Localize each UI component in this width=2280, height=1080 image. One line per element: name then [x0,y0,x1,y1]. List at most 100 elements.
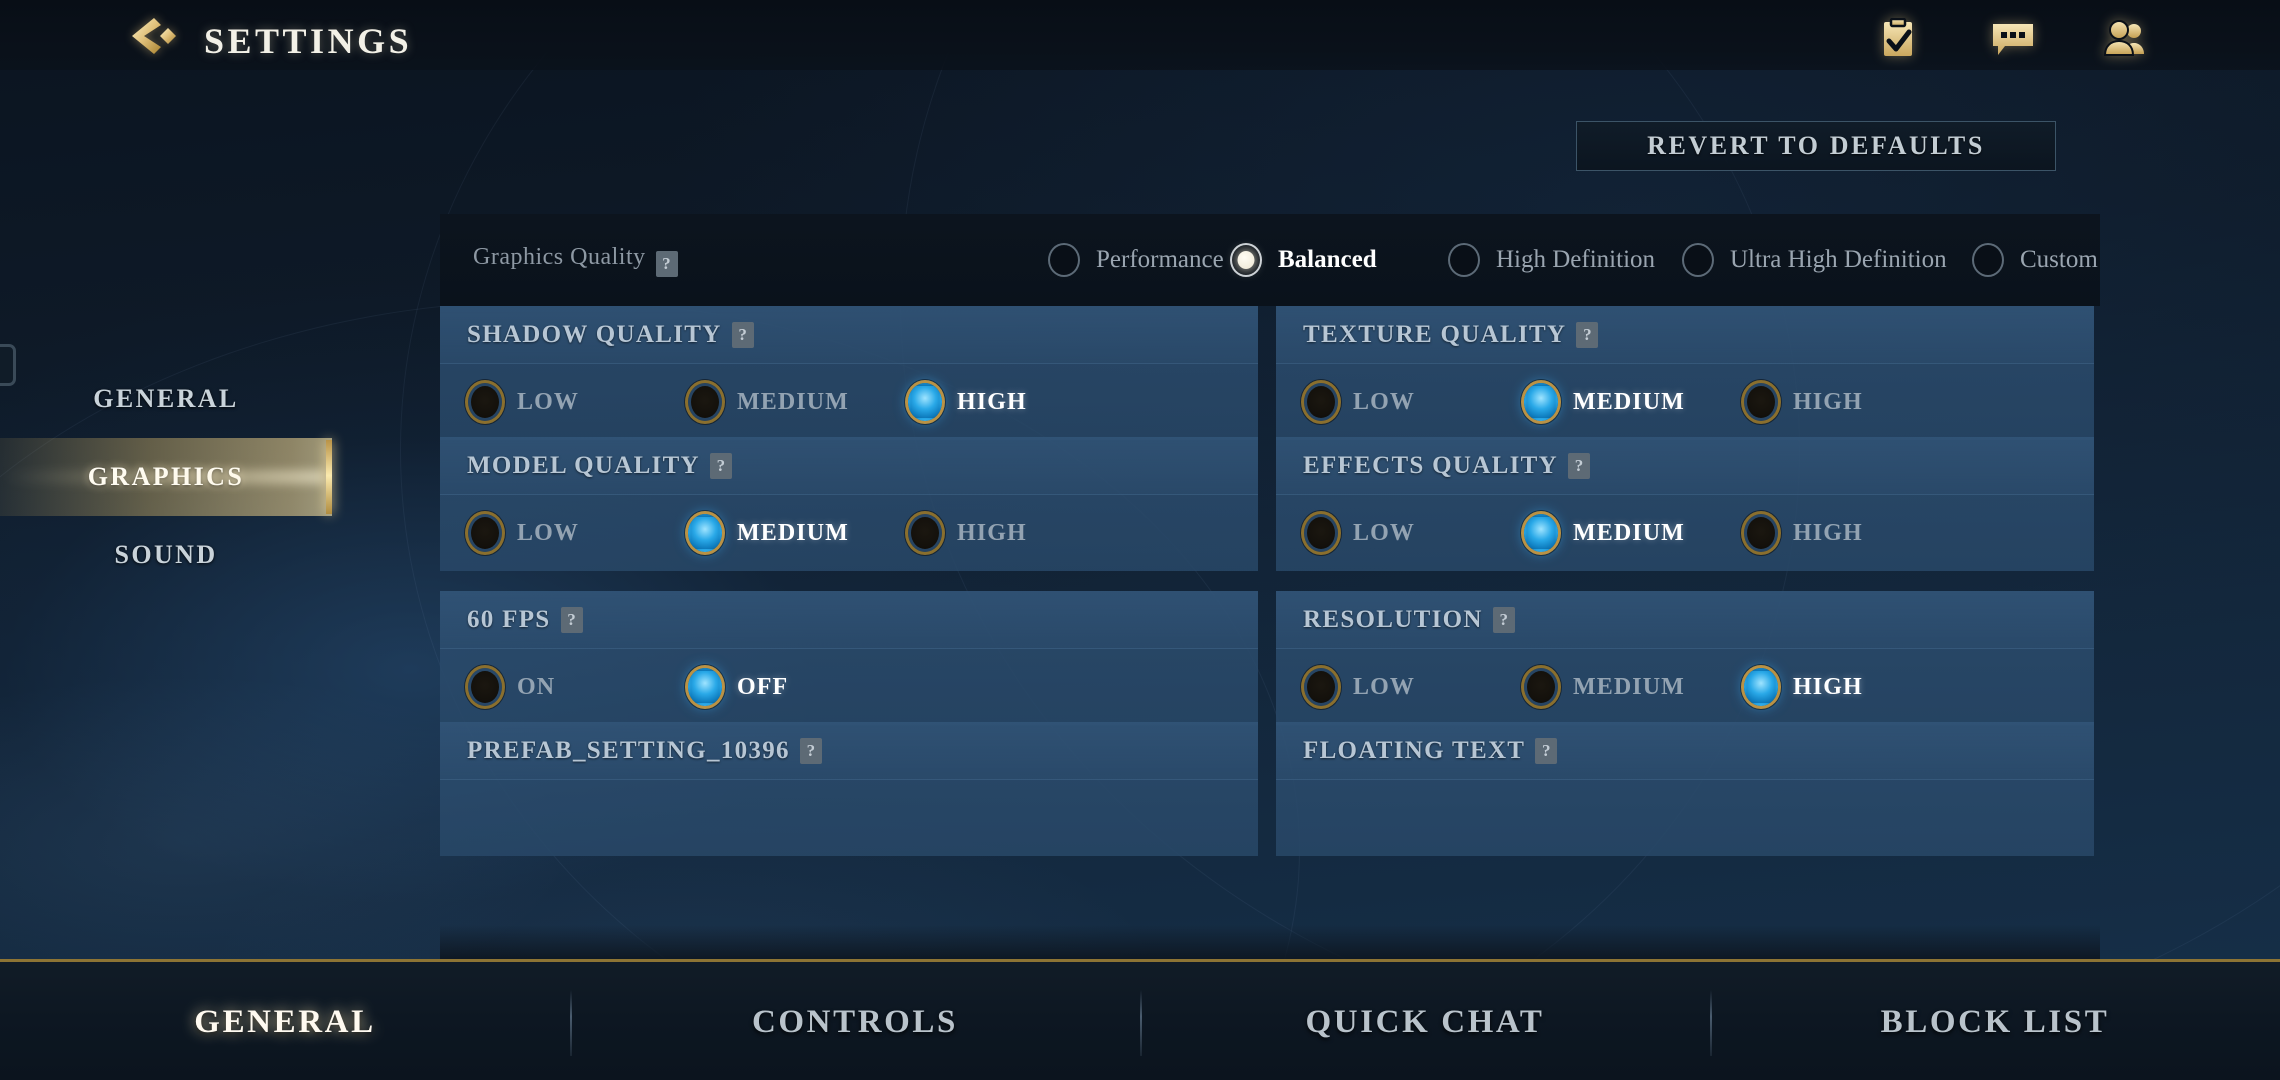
radio-button[interactable] [688,383,722,421]
sidebar-item-general[interactable]: GENERAL [0,360,332,438]
graphics-quality-help-icon[interactable]: ? [655,250,678,277]
radio-button[interactable] [1524,383,1558,421]
option-low[interactable]: LOW [468,383,579,421]
panel-title: 60 FPS [467,605,551,633]
radio-button[interactable] [1448,243,1480,277]
panel-help-icon[interactable]: ? [1492,606,1515,633]
panel-body: LOW MEDIUM HIGH [1276,495,2094,571]
option-medium[interactable]: MEDIUM [688,383,849,421]
option-medium[interactable]: MEDIUM [1524,514,1685,552]
bottom-tab-general[interactable]: GENERAL [0,962,570,1080]
bottom-tab-block-list[interactable]: BLOCK LIST [1710,962,2280,1080]
panel-help-icon[interactable]: ? [731,321,754,348]
option-label: LOW [517,519,579,546]
missions-clipboard-icon[interactable] [1875,18,1921,58]
option-label: HIGH [1793,519,1863,546]
radio-button[interactable] [688,668,722,706]
panel-help-icon[interactable]: ? [709,452,732,479]
graphics-quality-option-ultra-high-definition[interactable]: Ultra High Definition [1682,243,1947,277]
panel-header: RESOLUTION? [1276,591,2094,649]
settings-sidebar: GENERAL GRAPHICS SOUND [0,360,332,594]
option-low[interactable]: LOW [468,514,579,552]
option-high[interactable]: HIGH [1744,514,1863,552]
radio-button[interactable] [1304,514,1338,552]
option-on[interactable]: ON [468,668,555,706]
radio-button[interactable] [908,514,942,552]
radio-button[interactable] [468,383,502,421]
panel-header: PREFAB_SETTING_10396? [440,722,1258,780]
option-high[interactable]: HIGH [1744,383,1863,421]
setting-panel-shadow-quality: SHADOW QUALITY? LOW MEDIUM HIGH [440,306,1258,440]
option-label: MEDIUM [1573,673,1685,700]
radio-button[interactable] [1304,668,1338,706]
option-low[interactable]: LOW [1304,514,1415,552]
panel-help-icon[interactable]: ? [560,606,583,633]
radio-button[interactable] [1744,514,1778,552]
graphics-quality-option-balanced[interactable]: Balanced [1230,243,1377,277]
panel-title: RESOLUTION [1303,605,1483,633]
option-medium[interactable]: MEDIUM [688,514,849,552]
radio-button[interactable] [1304,383,1338,421]
panel-help-icon[interactable]: ? [1535,737,1558,764]
radio-button[interactable] [468,668,502,706]
option-medium[interactable]: MEDIUM [1524,668,1685,706]
option-medium[interactable]: MEDIUM [1524,383,1685,421]
bottom-tab-quick-chat[interactable]: QUICK CHAT [1140,962,1710,1080]
radio-button[interactable] [688,514,722,552]
panel-help-icon[interactable]: ? [1576,321,1599,348]
radio-button[interactable] [1524,514,1558,552]
panel-header: FLOATING TEXT? [1276,722,2094,780]
setting-panel-prefab-setting-10396: PREFAB_SETTING_10396? [440,722,1258,856]
radio-button[interactable] [1972,243,2004,277]
back-arrow-icon[interactable] [130,16,180,56]
option-high[interactable]: HIGH [908,383,1027,421]
bottom-tab-label: GENERAL [194,1004,376,1040]
sidebar-item-graphics[interactable]: GRAPHICS [0,438,332,516]
nav-separator [570,990,572,1056]
bottom-tab-label: BLOCK LIST [1880,1004,2110,1040]
panel-title: SHADOW QUALITY [467,320,722,348]
panel-help-icon[interactable]: ? [799,737,822,764]
panel-header: SHADOW QUALITY? [440,306,1258,364]
revert-to-defaults-button[interactable]: REVERT TO DEFAULTS [1576,121,2056,171]
panel-title: EFFECTS QUALITY [1303,451,1558,479]
panel-header: TEXTURE QUALITY? [1276,306,2094,364]
graphics-quality-row: Graphics Quality? Performance Balanced Hig… [440,214,2100,306]
option-high[interactable]: HIGH [1744,668,1863,706]
option-low[interactable]: LOW [1304,383,1415,421]
graphics-quality-option-high-definition[interactable]: High Definition [1448,243,1655,277]
graphics-quality-option-custom[interactable]: Custom [1972,243,2098,277]
setting-panel-resolution: RESOLUTION? LOW MEDIUM HIGH [1276,591,2094,725]
radio-button[interactable] [1524,668,1558,706]
graphics-quality-option-performance[interactable]: Performance [1048,243,1224,277]
radio-button[interactable] [1744,668,1778,706]
option-low[interactable]: LOW [1304,668,1415,706]
sidebar-item-sound[interactable]: SOUND [0,516,332,594]
bottom-tab-label: CONTROLS [751,1004,958,1040]
sidebar-edge-handle[interactable] [0,344,16,386]
setting-panel-effects-quality: EFFECTS QUALITY? LOW MEDIUM HIGH [1276,437,2094,571]
option-high[interactable]: HIGH [908,514,1027,552]
radio-button[interactable] [1682,243,1714,277]
revert-to-defaults-label: REVERT TO DEFAULTS [1647,131,1985,160]
sidebar-item-label: GRAPHICS [87,462,245,491]
option-label: HIGH [1793,673,1863,700]
panel-body: LOW MEDIUM HIGH [440,364,1258,440]
option-label: MEDIUM [737,388,849,415]
option-off[interactable]: OFF [688,668,788,706]
radio-button[interactable] [1048,243,1080,277]
bottom-tab-controls[interactable]: CONTROLS [570,962,1140,1080]
panel-title: FLOATING TEXT [1303,736,1526,764]
panel-body: ON OFF [440,649,1258,725]
friends-people-icon[interactable] [2103,18,2149,58]
sidebar-item-label: GENERAL [93,384,239,413]
panel-help-icon[interactable]: ? [1567,452,1590,479]
radio-button[interactable] [1230,243,1262,277]
option-label: OFF [737,673,789,700]
option-label: MEDIUM [1573,519,1685,546]
chat-bubble-icon[interactable] [1990,18,2036,58]
radio-button[interactable] [908,383,942,421]
radio-button[interactable] [1744,383,1778,421]
bottom-tab-label: QUICK CHAT [1305,1004,1545,1040]
radio-button[interactable] [468,514,502,552]
